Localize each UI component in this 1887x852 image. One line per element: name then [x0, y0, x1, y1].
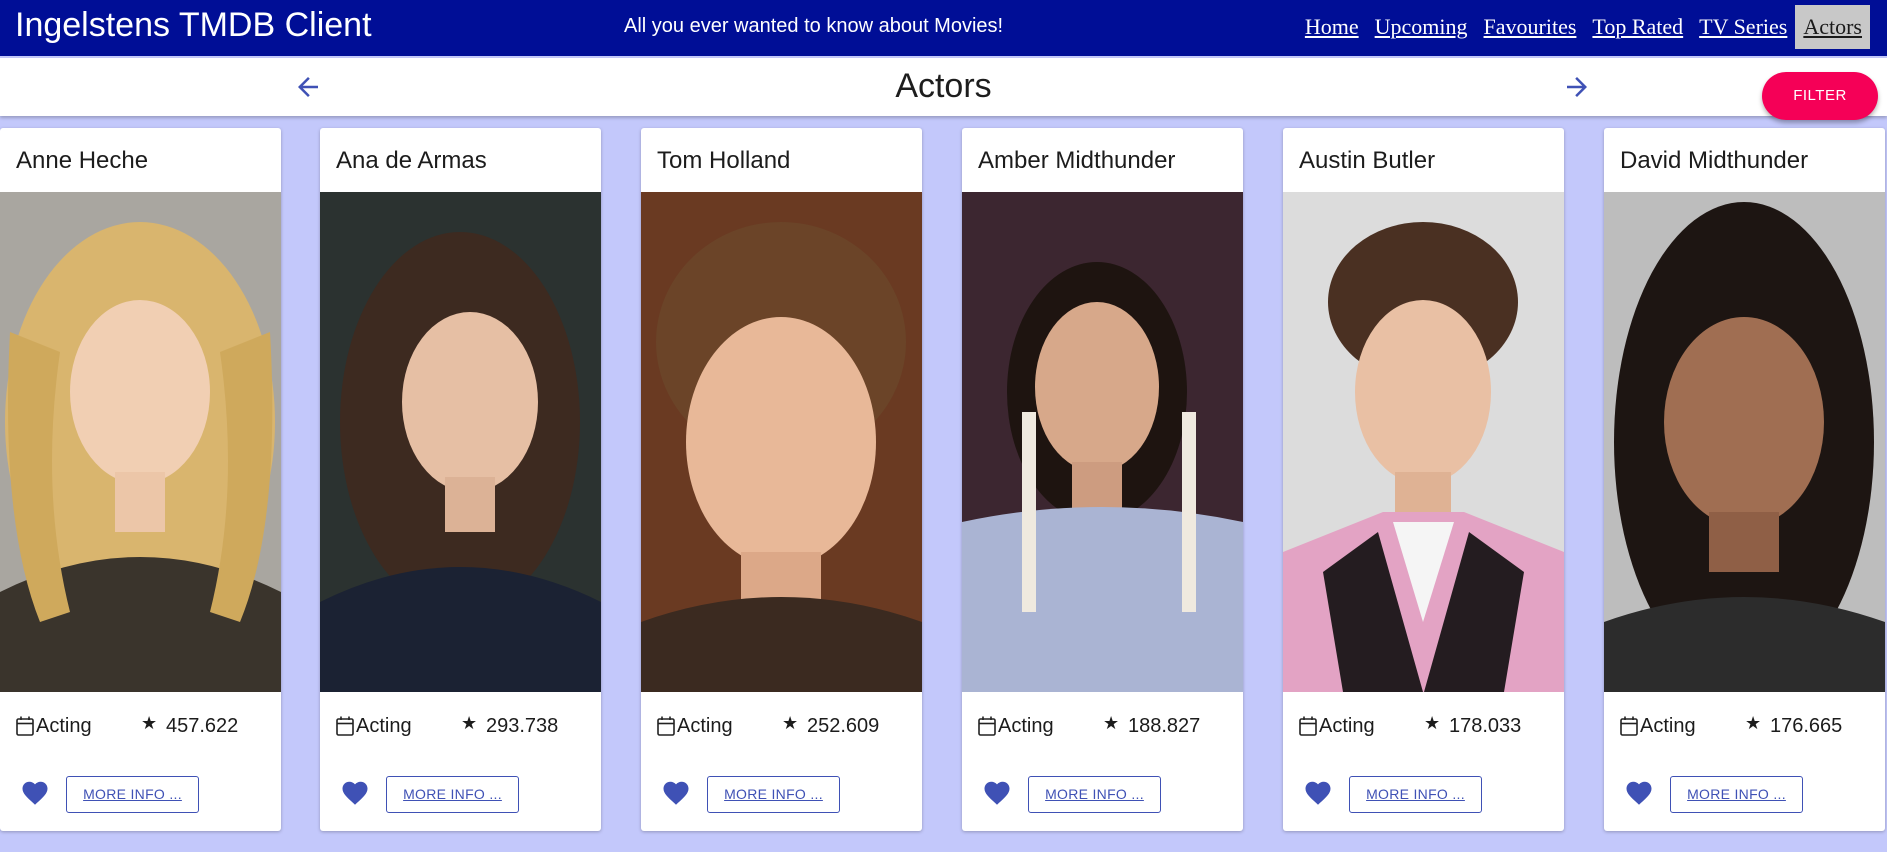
- app-tagline: All you ever wanted to know about Movies…: [624, 15, 1004, 37]
- actor-popularity: 457.622: [166, 715, 239, 737]
- calendar-icon: [1620, 716, 1638, 736]
- actor-popularity: 252.609: [807, 715, 880, 737]
- heart-icon[interactable]: [1302, 778, 1334, 808]
- actor-photo[interactable]: [962, 192, 1243, 692]
- actor-name: Tom Holland: [657, 147, 791, 174]
- actor-photo[interactable]: [641, 192, 922, 692]
- app-title: Ingelstens TMDB Client: [15, 6, 372, 44]
- app-header: Ingelstens TMDB Client All you ever want…: [0, 0, 1887, 56]
- actor-name: Anne Heche: [16, 147, 149, 174]
- more-info-button[interactable]: MORE INFO ...: [1670, 776, 1803, 813]
- heart-icon[interactable]: [339, 778, 371, 808]
- main-nav: Home Upcoming Favourites Top Rated TV Se…: [1297, 5, 1870, 49]
- calendar-icon: [16, 716, 34, 736]
- actor-popularity: 293.738: [486, 715, 559, 737]
- actor-department: Acting: [1319, 715, 1375, 737]
- actor-name: Amber Midthunder: [978, 147, 1176, 174]
- actor-meta: Acting ★ 178.033: [1283, 712, 1564, 742]
- actor-department: Acting: [677, 715, 733, 737]
- heart-icon[interactable]: [1623, 778, 1655, 808]
- heart-icon[interactable]: [981, 778, 1013, 808]
- actor-name: Austin Butler: [1299, 147, 1436, 174]
- star-icon: ★: [461, 713, 478, 733]
- actor-name: David Midthunder: [1620, 147, 1809, 174]
- page-title-bar: Actors: [0, 58, 1887, 116]
- more-info-button[interactable]: MORE INFO ...: [1028, 776, 1161, 813]
- nav-tv-series-link[interactable]: TV Series: [1691, 5, 1795, 49]
- actor-card: Tom Holland Acting ★ 252.609 MORE INFO .…: [641, 128, 922, 831]
- more-info-button[interactable]: MORE INFO ...: [707, 776, 840, 813]
- filter-button[interactable]: FILTER: [1762, 72, 1878, 120]
- nav-home-link[interactable]: Home: [1297, 5, 1367, 49]
- actor-meta: Acting ★ 188.827: [962, 712, 1243, 742]
- nav-actors-link[interactable]: Actors: [1795, 5, 1870, 49]
- actor-card: Ana de Armas Acting ★ 293.738 MORE INFO …: [320, 128, 601, 831]
- actor-photo[interactable]: [320, 192, 601, 692]
- heart-icon[interactable]: [660, 778, 692, 808]
- page-title: Actors: [895, 67, 992, 105]
- actor-card: Amber Midthunder Acting ★ 188.827 MORE I…: [962, 128, 1243, 831]
- actor-card: David Midthunder Acting ★ 176.665 MORE I…: [1604, 128, 1885, 831]
- star-icon: ★: [1745, 713, 1762, 733]
- actor-photo[interactable]: [1283, 192, 1564, 692]
- star-icon: ★: [1424, 713, 1441, 733]
- star-icon: ★: [141, 713, 158, 733]
- calendar-icon: [657, 716, 675, 736]
- nav-upcoming-link[interactable]: Upcoming: [1367, 5, 1476, 49]
- actor-department: Acting: [1640, 715, 1696, 737]
- calendar-icon: [336, 716, 354, 736]
- actor-department: Acting: [36, 715, 92, 737]
- actor-department: Acting: [998, 715, 1054, 737]
- actor-meta: Acting ★ 252.609: [641, 712, 922, 742]
- actor-meta: Acting ★ 293.738: [320, 712, 601, 742]
- heart-icon[interactable]: [19, 778, 51, 808]
- nav-top-rated-link[interactable]: Top Rated: [1584, 5, 1691, 49]
- calendar-icon: [1299, 716, 1317, 736]
- nav-favourites-link[interactable]: Favourites: [1476, 5, 1585, 49]
- arrow-right-icon[interactable]: [1562, 72, 1592, 102]
- actor-meta: Acting ★ 176.665: [1604, 712, 1885, 742]
- actor-name: Ana de Armas: [336, 147, 487, 174]
- more-info-button[interactable]: MORE INFO ...: [1349, 776, 1482, 813]
- calendar-icon: [978, 716, 996, 736]
- actor-photo[interactable]: [0, 192, 281, 692]
- star-icon: ★: [782, 713, 799, 733]
- actor-popularity: 176.665: [1770, 715, 1843, 737]
- actor-department: Acting: [356, 715, 412, 737]
- more-info-button[interactable]: MORE INFO ...: [66, 776, 199, 813]
- actor-card: Austin Butler Acting ★ 178.033 MORE INFO…: [1283, 128, 1564, 831]
- more-info-button[interactable]: MORE INFO ...: [386, 776, 519, 813]
- actor-meta: Acting ★ 457.622: [0, 712, 281, 742]
- actor-popularity: 178.033: [1449, 715, 1522, 737]
- star-icon: ★: [1103, 713, 1120, 733]
- actor-popularity: 188.827: [1128, 715, 1201, 737]
- actor-card: Anne Heche Acting ★ 457.622 MORE INFO ..…: [0, 128, 281, 831]
- actor-photo[interactable]: [1604, 192, 1885, 692]
